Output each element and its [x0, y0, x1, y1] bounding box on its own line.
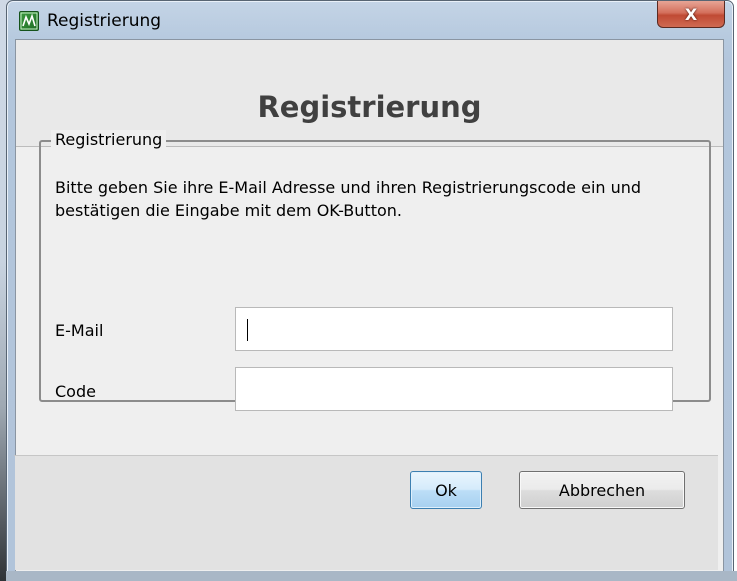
text-caret	[247, 319, 248, 341]
page-title: Registrierung	[257, 90, 482, 124]
code-field[interactable]	[235, 367, 673, 411]
code-label: Code	[55, 382, 96, 401]
email-label: E-Mail	[55, 321, 104, 340]
app-icon	[19, 11, 39, 31]
window-title: Registrierung	[47, 11, 162, 31]
ok-button[interactable]: Ok	[410, 471, 482, 509]
title-bar[interactable]: Registrierung X	[7, 1, 733, 39]
instruction-text: Bitte geben Sie ihre E-Mail Adresse und …	[55, 178, 642, 220]
close-icon: X	[684, 4, 698, 24]
window-bottom-edge	[6, 571, 737, 581]
email-field[interactable]	[235, 307, 673, 351]
close-button[interactable]: X	[657, 1, 725, 28]
registration-groupbox: Registrierung Bitte geben Sie ihre E-Mai…	[39, 130, 711, 411]
groupbox-legend: Registrierung	[51, 130, 167, 149]
cancel-button[interactable]: Abbrechen	[519, 471, 685, 509]
